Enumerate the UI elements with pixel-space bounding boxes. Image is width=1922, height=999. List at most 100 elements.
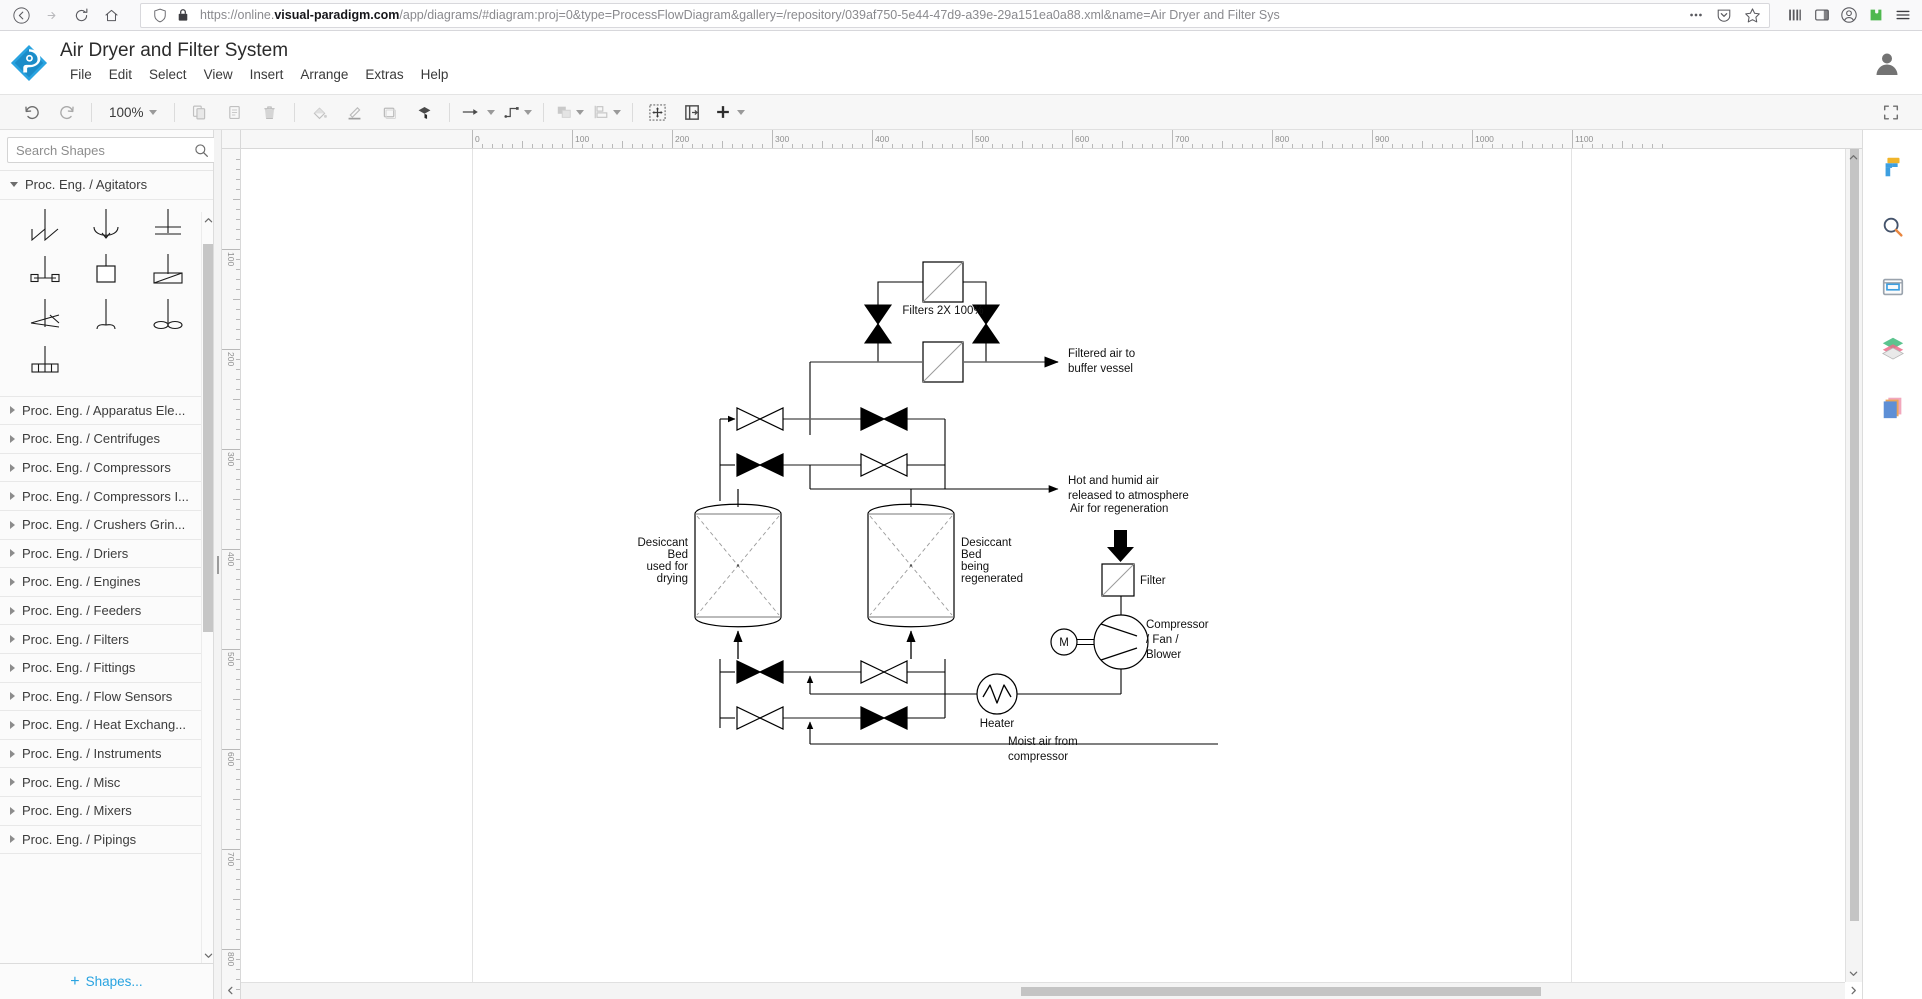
pocket-icon[interactable] — [1711, 3, 1737, 27]
vertical-scrollbar[interactable] — [1845, 149, 1862, 982]
ruler-tick — [772, 130, 773, 148]
scroll-up-icon[interactable] — [1845, 149, 1862, 166]
menu-select[interactable]: Select — [141, 64, 196, 86]
search-input[interactable] — [14, 141, 194, 159]
connection-arrow-icon[interactable] — [461, 99, 495, 126]
category-header-driers[interactable]: Proc. Eng. / Driers — [0, 539, 213, 569]
menu-edit[interactable]: Edit — [101, 64, 141, 86]
shape-agitator-anchor[interactable] — [14, 206, 76, 251]
category-header-feeders[interactable]: Proc. Eng. / Feeders — [0, 596, 213, 626]
shape-agitator-grid[interactable] — [14, 341, 76, 386]
scroll-down-icon[interactable] — [1845, 965, 1862, 982]
canvas-scroll-area[interactable]: Filters 2X 100% Filtered air to buffer v… — [241, 149, 1845, 982]
shield-icon[interactable] — [147, 3, 173, 27]
undo-icon[interactable] — [18, 99, 45, 126]
format-painter-icon[interactable] — [411, 99, 438, 126]
align-icon[interactable] — [592, 99, 621, 126]
process-flow-diagram[interactable]: Filters 2X 100% Filtered air to buffer v… — [473, 149, 1573, 982]
sidebar-scroll-thumb[interactable] — [203, 244, 213, 632]
fill-color-icon[interactable] — [306, 99, 333, 126]
account-icon[interactable] — [1836, 3, 1862, 27]
category-header-compressors-iso[interactable]: Proc. Eng. / Compressors I... — [0, 482, 213, 511]
ruler-corner — [222, 130, 241, 149]
vertical-scroll-thumb[interactable] — [1850, 149, 1859, 921]
menu-view[interactable]: View — [196, 64, 242, 86]
category-header-mixers[interactable]: Proc. Eng. / Mixers — [0, 796, 213, 826]
trash-icon[interactable] — [256, 99, 283, 126]
desiccant-vessel-left[interactable] — [694, 503, 782, 628]
reload-icon[interactable] — [66, 1, 96, 29]
menu-extras[interactable]: Extras — [357, 64, 412, 86]
category-header-fittings[interactable]: Proc. Eng. / Fittings — [0, 653, 213, 683]
heater-symbol[interactable] — [976, 673, 1018, 715]
star-icon[interactable] — [1739, 3, 1765, 27]
user-avatar-icon[interactable] — [1872, 48, 1902, 78]
category-header-misc[interactable]: Proc. Eng. / Misc — [0, 768, 213, 797]
more-shapes-button[interactable]: + Shapes... — [0, 963, 213, 999]
back-arrow-icon[interactable] — [6, 1, 36, 29]
hamburger-menu-icon[interactable] — [1890, 3, 1916, 27]
insert-table-icon[interactable] — [679, 99, 706, 126]
paste-icon[interactable] — [221, 99, 248, 126]
extension-icon[interactable] — [1863, 3, 1889, 27]
menu-file[interactable]: File — [62, 64, 101, 86]
shape-style-icon[interactable] — [376, 99, 403, 126]
category-header-flow-sensors[interactable]: Proc. Eng. / Flow Sensors — [0, 682, 213, 712]
sidebar-scrollbar[interactable] — [201, 212, 213, 963]
fullscreen-icon[interactable] — [1877, 99, 1904, 126]
line-color-icon[interactable] — [341, 99, 368, 126]
shape-agitator-helix[interactable] — [14, 296, 76, 341]
fit-page-icon[interactable] — [644, 99, 671, 126]
shapes-panel-icon[interactable] — [1878, 392, 1908, 422]
menu-insert[interactable]: Insert — [242, 64, 293, 86]
horizontal-scroll-thumb[interactable] — [1021, 987, 1541, 996]
category-header-instruments[interactable]: Proc. Eng. / Instruments — [0, 739, 213, 769]
redo-icon[interactable] — [53, 99, 80, 126]
category-header-apparatus[interactable]: Proc. Eng. / Apparatus Ele... — [0, 396, 213, 426]
shape-agitator-paddle-flat[interactable] — [14, 251, 76, 296]
ruler-label: 0 — [475, 134, 480, 144]
format-panel-icon[interactable] — [1878, 152, 1908, 182]
scroll-down-icon[interactable] — [202, 947, 213, 963]
search-icon[interactable] — [1878, 212, 1908, 242]
address-bar[interactable]: https://online.visual-paradigm.com/app/d… — [140, 2, 1770, 28]
compressor-symbol[interactable] — [1093, 614, 1149, 670]
bring-to-front-icon[interactable] — [555, 99, 584, 126]
desiccant-vessel-right[interactable] — [867, 503, 955, 628]
shape-agitator-hook[interactable] — [76, 296, 138, 341]
scroll-right-icon[interactable] — [1845, 982, 1862, 999]
sidebar-splitter[interactable] — [214, 130, 222, 999]
category-label: Proc. Eng. / Flow Sensors — [22, 688, 173, 704]
category-header-crushers[interactable]: Proc. Eng. / Crushers Grin... — [0, 510, 213, 540]
home-icon[interactable] — [96, 1, 126, 29]
scroll-left-icon[interactable] — [222, 982, 239, 999]
shape-agitator-bowtie[interactable] — [137, 296, 199, 341]
add-icon[interactable] — [714, 99, 745, 126]
category-header-pipings[interactable]: Proc. Eng. / Pipings — [0, 825, 213, 855]
sidebar-toggle-icon[interactable] — [1809, 3, 1835, 27]
scroll-up-icon[interactable] — [202, 212, 213, 228]
category-header-agitators[interactable]: Proc. Eng. / Agitators — [0, 171, 213, 200]
shape-agitator-box[interactable] — [76, 251, 138, 296]
category-header-filters[interactable]: Proc. Eng. / Filters — [0, 625, 213, 654]
copy-icon[interactable] — [186, 99, 213, 126]
horizontal-scrollbar[interactable] — [241, 982, 1845, 999]
waypoints-icon[interactable] — [503, 99, 532, 126]
forward-arrow-icon[interactable] — [36, 1, 66, 29]
category-header-compressors[interactable]: Proc. Eng. / Compressors — [0, 453, 213, 483]
shape-agitator-crossbeam[interactable] — [137, 251, 199, 296]
library-icon[interactable] — [1782, 3, 1808, 27]
menu-arrange[interactable]: Arrange — [292, 64, 357, 86]
ellipsis-icon[interactable] — [1683, 3, 1709, 27]
category-header-engines[interactable]: Proc. Eng. / Engines — [0, 568, 213, 597]
outline-icon[interactable] — [1878, 272, 1908, 302]
shape-agitator-propeller[interactable] — [76, 206, 138, 251]
menu-help[interactable]: Help — [413, 64, 458, 86]
layers-icon[interactable] — [1878, 332, 1908, 362]
search-shapes-box[interactable] — [7, 137, 216, 163]
category-header-centrifuges[interactable]: Proc. Eng. / Centrifuges — [0, 425, 213, 454]
zoom-level-dropdown[interactable]: 100% — [103, 99, 163, 126]
category-header-heat-exchangers[interactable]: Proc. Eng. / Heat Exchang... — [0, 711, 213, 740]
diagram-page[interactable]: Filters 2X 100% Filtered air to buffer v… — [472, 149, 1572, 982]
shape-agitator-disc[interactable] — [137, 206, 199, 251]
